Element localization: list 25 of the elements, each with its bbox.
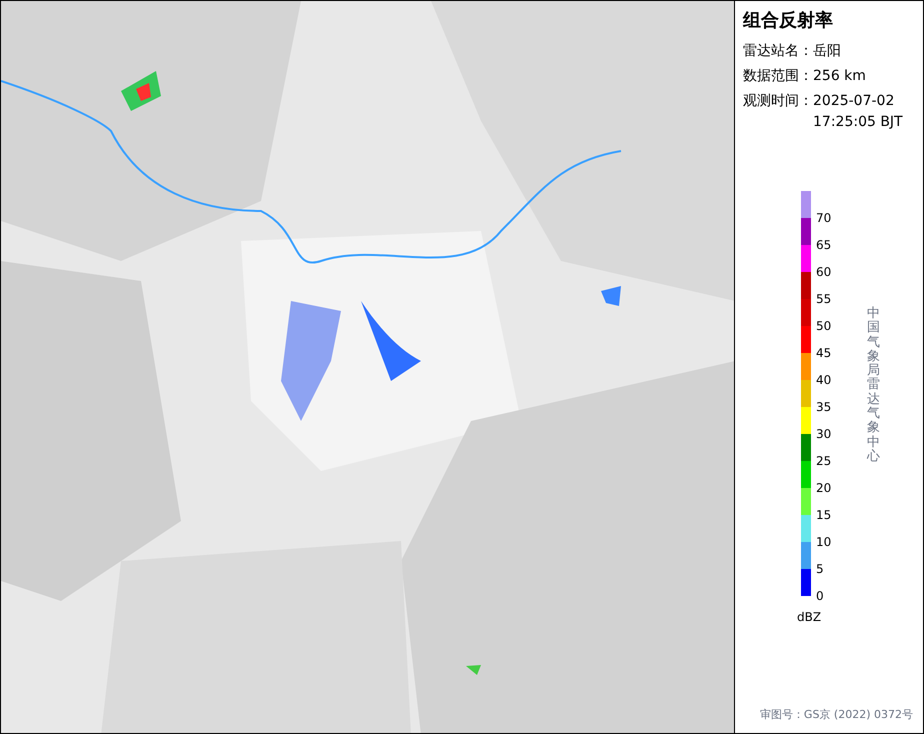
panel-title: 组合反射率	[743, 9, 834, 33]
legend-label: 0	[816, 588, 824, 605]
field-label: 观测时间：	[743, 92, 813, 111]
field-value: 256 km	[813, 67, 867, 86]
legend-label: 10	[816, 534, 832, 551]
legend-label: 5	[816, 561, 824, 578]
legend-label: 70	[816, 210, 832, 227]
approval-number: 审图号：GS京 (2022) 0372号	[760, 706, 913, 722]
legend-label: 35	[816, 399, 832, 416]
legend-label: 20	[816, 480, 832, 497]
unit-label: dBZ	[797, 609, 822, 626]
legend-label: 65	[816, 237, 832, 254]
legend-label: 50	[816, 318, 832, 335]
field-label: 数据范围：	[743, 67, 813, 86]
legend-label: 30	[816, 426, 832, 443]
legend-label: 55	[816, 291, 832, 308]
field-label: 雷达站名：	[743, 42, 813, 61]
credit-text: 中国气象局雷达气象中心	[867, 307, 880, 464]
field-value: 岳阳	[813, 42, 842, 61]
legend-label: 25	[816, 453, 832, 470]
legend-label: 40	[816, 372, 832, 389]
field-value: 2025-07-02 17:25:05 BJT	[813, 92, 904, 132]
legend-label: 15	[816, 507, 832, 524]
legend-label: 45	[816, 345, 832, 362]
legend-label: 60	[816, 264, 832, 281]
